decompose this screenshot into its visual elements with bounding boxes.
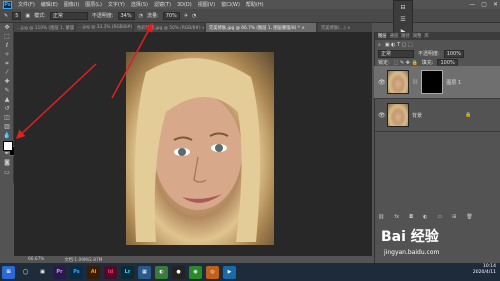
taskbar-clock[interactable]: 10:14 2020/4/11 — [473, 264, 496, 276]
qq-icon[interactable]: ● — [172, 265, 185, 279]
baidu-jingyan-watermark: Bai 经验 — [381, 229, 439, 245]
store-icon[interactable]: ◐ — [155, 265, 168, 279]
id-icon[interactable]: Id — [104, 265, 117, 279]
search-icon[interactable]: ◯ — [19, 266, 32, 279]
clock-date: 2020/4/11 — [472, 270, 496, 275]
watermark-url: jingyan.baidu.com — [384, 249, 440, 256]
video-icon[interactable]: ▶ — [223, 265, 236, 279]
task-view-icon[interactable]: ▣ — [36, 266, 49, 279]
pr-icon[interactable]: Pr — [53, 265, 66, 279]
chrome-icon[interactable]: ◉ — [189, 265, 202, 279]
taskbar: ⊞ ◯ ▣ Pr Ps Ai Id Lr ▦ ◐ ● ◉ ◎ ▶ — [0, 263, 500, 281]
arrow-to-swatches — [15, 63, 97, 140]
start-icon[interactable]: ⊞ — [2, 265, 15, 279]
ps-icon[interactable]: Ps — [70, 265, 83, 279]
browser-icon[interactable]: ◎ — [206, 265, 219, 279]
explorer-icon[interactable]: ▦ — [138, 265, 151, 279]
ai-icon[interactable]: Ai — [87, 265, 100, 279]
lr-icon[interactable]: Lr — [121, 265, 134, 279]
arrow-to-opacity — [111, 22, 153, 99]
